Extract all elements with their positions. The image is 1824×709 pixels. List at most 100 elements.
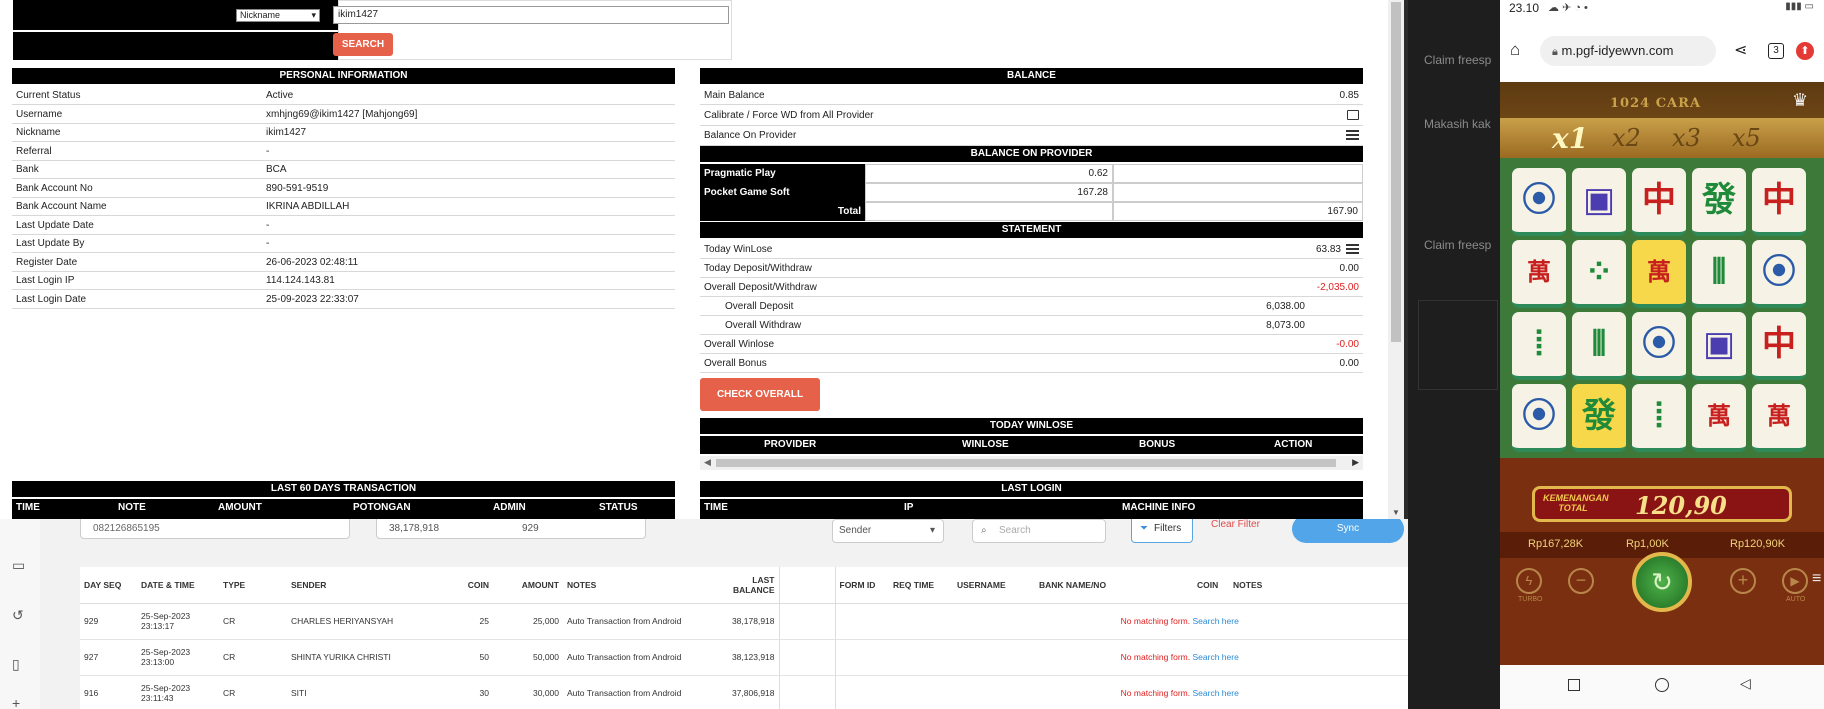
vertical-scrollbar[interactable]: ▼ — [1388, 0, 1404, 519]
chevron-down-icon: ▾ — [929, 525, 935, 536]
search-icon: ⌕ — [981, 525, 987, 536]
today-winlose-columns: PROVIDER WINLOSE BONUS ACTION — [700, 436, 1363, 454]
notification-icons: ☁ ✈ ◔ • — [1548, 2, 1588, 14]
last-login-columns: TIME IP MACHINE INFO — [700, 499, 1363, 519]
recents-icon[interactable] — [1568, 679, 1580, 691]
plus-icon[interactable]: + — [1730, 568, 1756, 594]
search-input[interactable]: ⌕ Search — [972, 519, 1106, 543]
tile: ⦿ — [1512, 168, 1566, 236]
book-icon[interactable]: ▯ — [12, 656, 20, 673]
cell-time: 23:11:43 — [141, 693, 174, 703]
scrollbar-thumb[interactable] — [1391, 2, 1401, 342]
list-icon[interactable] — [1346, 240, 1359, 259]
external-link-icon[interactable] — [1347, 105, 1359, 126]
overall-bonus-label: Overall Bonus — [704, 358, 767, 369]
info-label: Last Login IP — [16, 275, 75, 286]
today-dw-value: 0.00 — [1339, 263, 1359, 274]
provider-name-pragmatic: Pragmatic Play — [700, 164, 865, 183]
table-row[interactable]: 927 25-Sep-2023 23:13:00 CR SHINTA YURIKA CH… — [80, 639, 1408, 676]
ways-label: 1024 CARA — [1610, 96, 1702, 111]
tile: ▣ — [1572, 168, 1626, 236]
multiplier-x5: x5 — [1732, 124, 1761, 152]
overall-deposit-label: Overall Deposit — [725, 301, 794, 312]
controls: ϟ TURBO − ↻ + ▶ AUTO ≡ — [1500, 552, 1824, 665]
tile: ⦙ — [1512, 312, 1566, 380]
calibrate-row: Calibrate / Force WD from All Provider — [700, 105, 1363, 126]
search-here-link[interactable]: Search here — [1193, 652, 1239, 662]
balance-on-provider-row: Balance On Provider — [700, 126, 1363, 146]
scrollbar-thumb[interactable] — [716, 459, 1336, 467]
overall-winlose-row: Overall Winlose -0.00 — [700, 335, 1363, 354]
tile: ⦿ — [1512, 384, 1566, 452]
today-dw-label: Today Deposit/Withdraw — [704, 263, 812, 274]
scroll-left-icon[interactable]: ◀ — [704, 457, 711, 468]
main-balance-value: 0.85 — [1339, 90, 1359, 101]
back-icon[interactable]: ◁ — [1740, 675, 1751, 692]
home-icon[interactable]: ⌂ — [1510, 40, 1520, 60]
search-button-block — [13, 32, 338, 60]
home-nav-icon[interactable] — [1655, 678, 1669, 692]
table-row[interactable]: 929 25-Sep-2023 23:13:17 CR CHARLES HERIYANS… — [80, 603, 1408, 640]
search-button[interactable]: SEARCH — [333, 33, 393, 56]
account-phone-field[interactable]: 082126865195 — [80, 519, 350, 539]
address-bar[interactable]: 🔒︎ m.pgf-idyewvn.com — [1540, 36, 1716, 66]
dashboard-icon[interactable]: ▭ — [12, 557, 25, 574]
sender-select[interactable]: Sender ▾ — [832, 519, 944, 543]
share-icon[interactable]: ⋖ — [1734, 40, 1747, 60]
hamburger-icon[interactable]: ≡ — [1812, 570, 1821, 588]
list-icon[interactable] — [1346, 126, 1359, 146]
cell-type: CR — [219, 603, 287, 640]
info-value: 26-06-2023 02:48:11 — [266, 256, 359, 268]
tile: ⁘ — [1572, 240, 1626, 308]
clear-filter-link[interactable]: Clear Filter — [1211, 519, 1260, 530]
search-here-link[interactable]: Search here — [1193, 616, 1239, 626]
search-here-link[interactable]: Search here — [1193, 688, 1239, 698]
col-req-time: REQ TIME — [889, 567, 953, 604]
info-value: - — [266, 238, 270, 249]
tab-count[interactable]: 3 — [1768, 43, 1784, 59]
chat-card — [1418, 300, 1498, 390]
cell-date: 25-Sep-2023 — [141, 647, 191, 657]
menu-icon[interactable]: ⬆ — [1796, 42, 1814, 60]
last-login-header: LAST LOGIN — [700, 481, 1363, 497]
check-overall-button[interactable]: CHECK OVERALL — [700, 378, 820, 411]
col-last-balance: LAST BALANCE — [723, 567, 779, 604]
cell-last-balance: 37,806,918 — [723, 675, 779, 709]
account-phone-value: 082126865195 — [93, 523, 160, 534]
search-field-select-value: Nickname — [240, 10, 281, 20]
spin-button[interactable]: ↻ — [1632, 552, 1692, 612]
col-note: NOTE — [118, 502, 146, 513]
scroll-right-icon[interactable]: ▶ — [1352, 457, 1359, 468]
table-header-row: DAY SEQ DATE & TIME TYPE SENDER COIN AMO… — [80, 567, 1408, 604]
cell-datetime: 25-Sep-2023 23:13:17 — [137, 603, 219, 640]
auto-icon[interactable]: ▶ — [1782, 568, 1808, 594]
total-win-banner: KEMENANGAN TOTAL 120,90 — [1532, 486, 1792, 522]
turbo-icon[interactable]: ϟ — [1516, 568, 1542, 594]
minus-icon[interactable]: − — [1568, 568, 1594, 594]
today-winlose-row: Today WinLose 63.83 — [700, 240, 1363, 259]
history-icon[interactable]: ↺ — [12, 607, 24, 624]
no-match-text: No matching form. — [1120, 688, 1191, 698]
col-username: USERNAME — [953, 567, 1035, 604]
col-winlose: WINLOSE — [962, 439, 1009, 450]
col-provider: PROVIDER — [764, 439, 817, 450]
search-input[interactable]: ikim1427 — [333, 6, 729, 24]
table-row[interactable]: 916 25-Sep-2023 23:11:43 CR SITI 30 30,000 Auto… — [80, 675, 1408, 709]
cell-last-balance: 38,123,918 — [723, 639, 779, 676]
calibrate-label: Calibrate / Force WD from All Provider — [704, 110, 874, 121]
search-field-select[interactable]: Nickname ▾ — [236, 9, 320, 22]
horizontal-scrollbar[interactable]: ◀ ▶ — [700, 456, 1363, 470]
provider-total-value: 167.90 — [1113, 202, 1363, 221]
tile: ▣ — [1692, 312, 1746, 380]
main-balance-label: Main Balance — [704, 90, 765, 101]
filters-button[interactable]: ⏷ Filters — [1131, 519, 1193, 543]
cell-match: No matching form. Search here — [834, 639, 1408, 676]
trophy-icon[interactable]: ♛ — [1792, 90, 1808, 111]
no-match-text: No matching form. — [1120, 616, 1191, 626]
add-icon[interactable]: + — [12, 695, 20, 709]
balance-value: Rp167,28K — [1528, 538, 1584, 550]
android-nav-bar: ◁ — [1500, 665, 1824, 709]
info-label: Last Login Date — [16, 293, 87, 305]
sync-button[interactable]: Sync — [1292, 519, 1404, 543]
scroll-down-icon[interactable]: ▼ — [1392, 508, 1400, 517]
